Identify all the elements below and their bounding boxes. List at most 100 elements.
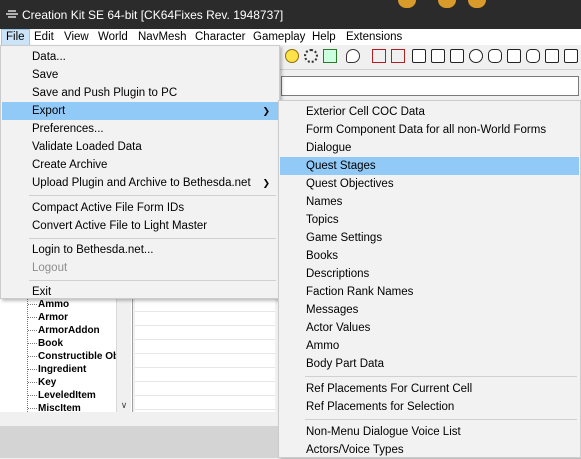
submenu-item-ref-placements-current-cell[interactable]: Ref Placements For Current Cell — [280, 380, 579, 398]
menu-item-label: Create Archive — [32, 159, 108, 171]
file-menu: Data... Save Save and Push Plugin to PC … — [0, 45, 280, 299]
menu-separator — [29, 195, 276, 196]
menu-item-label: Save — [32, 69, 59, 81]
tree-item[interactable]: Book — [28, 337, 63, 350]
chevron-right-icon: ❯ — [262, 178, 270, 188]
menu-item-label: Exterior Cell COC Data — [306, 106, 425, 118]
box-icon[interactable] — [545, 49, 559, 63]
menu-separator — [29, 280, 276, 281]
toolbar — [280, 45, 581, 70]
menu-item-save-and-push[interactable]: Save and Push Plugin to PC — [2, 84, 278, 102]
tree-item[interactable]: MiscItem — [28, 402, 81, 415]
scroll-down-icon[interactable]: ∨ — [119, 400, 129, 410]
submenu-item-actors-voice-types[interactable]: Actors/Voice Types — [280, 441, 579, 459]
box-icon[interactable] — [507, 49, 521, 63]
menu-item-create-archive[interactable]: Create Archive — [2, 156, 278, 174]
menu-file[interactable]: File — [1, 29, 30, 46]
menu-extensions[interactable]: Extensions — [342, 30, 406, 45]
menu-item-upload[interactable]: Upload Plugin and Archive to Bethesda.ne… — [2, 174, 278, 192]
menu-item-label: Messages — [306, 304, 359, 316]
submenu-item-books[interactable]: Books — [280, 247, 579, 265]
tree-item[interactable]: Key — [27, 376, 56, 389]
menu-bar: File Edit View World NavMesh Character G… — [0, 29, 581, 46]
submenu-item-ref-placements-selection[interactable]: Ref Placements for Selection — [280, 398, 579, 416]
lightbulb-icon[interactable] — [285, 49, 299, 63]
menu-item-label: Books — [306, 250, 338, 262]
menu-separator — [305, 419, 577, 420]
box-icon[interactable] — [431, 49, 445, 63]
menu-help[interactable]: Help — [308, 30, 340, 45]
red-marker-icon[interactable] — [372, 49, 386, 63]
submenu-item-names[interactable]: Names — [280, 193, 579, 211]
menu-item-label: Upload Plugin and Archive to Bethesda.ne… — [32, 177, 251, 189]
menu-gameplay[interactable]: Gameplay — [249, 30, 309, 45]
menu-item-label: Body Part Data — [306, 358, 384, 370]
menu-item-login[interactable]: Login to Bethesda.net... — [2, 241, 278, 259]
gear-icon[interactable] — [304, 49, 318, 63]
submenu-item-exterior-cell-coc[interactable]: Exterior Cell COC Data — [280, 103, 579, 121]
submenu-item-topics[interactable]: Topics — [280, 211, 579, 229]
red-arrows-icon[interactable] — [391, 49, 405, 63]
menu-view[interactable]: View — [60, 30, 93, 45]
menu-item-data[interactable]: Data... — [2, 48, 278, 66]
menu-character[interactable]: Character — [191, 30, 250, 45]
box-icon[interactable] — [412, 49, 426, 63]
menu-item-label: Descriptions — [306, 268, 370, 280]
submenu-item-faction-rank-names[interactable]: Faction Rank Names — [280, 283, 579, 301]
title-decoration — [468, 0, 486, 8]
menu-item-convert-light-master[interactable]: Convert Active File to Light Master — [2, 217, 278, 235]
tree-item[interactable]: ArmorAddon — [28, 324, 100, 337]
object-tree: Ammo Armor ArmorAddon Book Constructible… — [0, 298, 133, 415]
menu-item-label: Ammo — [306, 340, 340, 352]
box-icon[interactable] — [450, 49, 464, 63]
submenu-item-dialogue[interactable]: Dialogue — [280, 139, 579, 157]
menu-item-label: Quest Stages — [306, 160, 376, 172]
submenu-item-quest-objectives[interactable]: Quest Objectives — [280, 175, 579, 193]
menu-item-save[interactable]: Save — [2, 66, 278, 84]
menu-edit[interactable]: Edit — [30, 30, 58, 45]
menu-item-exit[interactable]: Exit — [2, 283, 278, 301]
cell-combo-box[interactable] — [281, 76, 579, 96]
tree-item[interactable]: LeveledItem — [28, 389, 96, 402]
menu-separator — [305, 376, 577, 377]
menu-item-export[interactable]: Export ❯ — [2, 102, 278, 120]
submenu-item-ammo[interactable]: Ammo — [280, 337, 579, 355]
menu-item-label: Game Settings — [306, 232, 383, 244]
menu-navmesh[interactable]: NavMesh — [134, 30, 191, 45]
submenu-item-form-component-data[interactable]: Form Component Data for all non-World Fo… — [280, 121, 579, 139]
submenu-item-quest-stages[interactable]: Quest Stages — [280, 157, 579, 175]
menu-item-label: Topics — [306, 214, 339, 226]
menu-item-label: Login to Bethesda.net... — [32, 244, 154, 256]
menu-item-label: Ref Placements for Selection — [306, 401, 455, 413]
menu-item-label: Compact Active File Form IDs — [32, 202, 185, 214]
submenu-item-non-menu-dialogue-voice-list[interactable]: Non-Menu Dialogue Voice List — [280, 423, 579, 441]
menu-item-label: Export — [32, 105, 66, 117]
menu-item-compact-form-ids[interactable]: Compact Active File Form IDs — [2, 199, 278, 217]
menu-world[interactable]: World — [94, 30, 132, 45]
window-title: Creation Kit SE 64-bit [CK64Fixes Rev. 1… — [22, 8, 284, 22]
menu-item-label: Logout — [32, 262, 68, 274]
rounded-box-icon[interactable] — [488, 49, 502, 63]
menu-item-label: Actors/Voice Types — [306, 444, 404, 456]
submenu-item-body-part-data[interactable]: Body Part Data — [280, 355, 579, 373]
menu-item-preferences[interactable]: Preferences... — [2, 120, 278, 138]
tree-item[interactable]: Armor — [27, 311, 68, 324]
circle-icon[interactable] — [469, 49, 483, 63]
submenu-item-messages[interactable]: Messages — [280, 301, 579, 319]
menu-item-label: Save and Push Plugin to PC — [32, 87, 178, 99]
tree-item[interactable]: Constructible Ob — [27, 350, 119, 363]
menu-item-label: Preferences... — [32, 123, 104, 135]
rounded-box-icon[interactable] — [526, 49, 540, 63]
creation-kit-icon — [6, 10, 18, 18]
speech-bubble-icon[interactable] — [346, 49, 360, 63]
chart-icon[interactable] — [323, 49, 337, 63]
menu-item-label: Exit — [32, 286, 52, 298]
menu-item-validate[interactable]: Validate Loaded Data — [2, 138, 278, 156]
menu-item-label: Validate Loaded Data — [32, 141, 142, 153]
box-icon[interactable] — [564, 49, 578, 63]
submenu-item-game-settings[interactable]: Game Settings — [280, 229, 579, 247]
submenu-item-descriptions[interactable]: Descriptions — [280, 265, 579, 283]
submenu-item-actor-values[interactable]: Actor Values — [280, 319, 579, 337]
tree-scrollbar[interactable]: ∨ — [116, 298, 131, 412]
tree-item[interactable]: Ingredient — [27, 363, 86, 376]
